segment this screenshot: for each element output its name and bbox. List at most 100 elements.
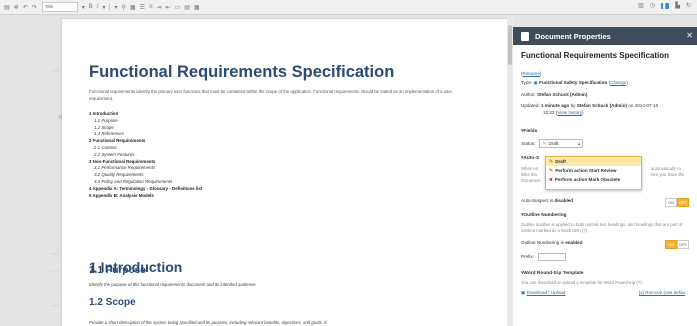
updated-row: Updated: 1 minute ago by Stefan Schuck (… bbox=[521, 103, 659, 115]
dropdown-option-start-review[interactable]: ✎ Perform action Start Review bbox=[546, 166, 641, 175]
toc-entry[interactable]: 4 Appendix A: Terminology - Glossary - D… bbox=[89, 186, 202, 193]
fields-section-header[interactable]: Fields bbox=[521, 129, 693, 134]
comment-icon[interactable]: ▭ bbox=[175, 4, 181, 11]
auto-suspect-desc-2: links tha bbox=[521, 172, 537, 177]
numbered-list-icon[interactable]: ≡ bbox=[149, 4, 153, 10]
refresh-icon[interactable]: ↻ bbox=[686, 2, 691, 9]
history-icon[interactable]: ◷ bbox=[650, 2, 655, 9]
heading-purpose[interactable]: 1.1 Purpose bbox=[89, 265, 146, 276]
close-icon[interactable]: ✕ bbox=[686, 31, 693, 40]
toggle-on[interactable]: ON bbox=[665, 240, 677, 249]
pencil-icon: ✎ bbox=[542, 140, 547, 147]
prefix-label: Prefix: bbox=[521, 254, 535, 260]
table-of-contents: 1 Introduction 1.1 Purpose 1.2 Scope 1.3 Re… bbox=[89, 111, 202, 199]
status-value: Draft bbox=[548, 141, 559, 146]
toc-entry[interactable]: 3.1 Performance Requirements bbox=[89, 165, 202, 172]
chevron-down-icon: ▴ bbox=[578, 140, 581, 146]
indent-icon[interactable]: ⇥ bbox=[156, 4, 161, 11]
toc-entry[interactable]: 1.3 References bbox=[89, 131, 202, 138]
toc-entry[interactable]: 1.1 Purpose bbox=[89, 118, 202, 125]
auto-suspect-desc-2r: hen you Save the bbox=[651, 172, 685, 177]
author-row: Author: Stefan Schuck (Admin) bbox=[521, 91, 693, 98]
toc-entry[interactable]: 3.3 Policy and Regulation Requirements bbox=[89, 179, 202, 186]
toolbar-right: ▥ ◷ ▌ ▙ ↻ bbox=[632, 2, 691, 9]
updated-user: Stefan Schuck (Admin) bbox=[576, 103, 627, 108]
change-type-link[interactable]: Change bbox=[610, 80, 626, 85]
more-format-icon[interactable]: ▾ bbox=[102, 4, 105, 11]
outline-label: Outline Numbering is bbox=[521, 240, 564, 245]
document-title[interactable]: Functional Requirements Specification bbox=[89, 63, 394, 82]
outdent-icon[interactable]: ⇤ bbox=[166, 4, 171, 11]
drag-handle-icon[interactable]: ⇔ ⁞ bbox=[51, 68, 59, 74]
purpose-paragraph[interactable]: Identify the purpose of this functional … bbox=[89, 282, 257, 287]
scrollbar-thumb[interactable] bbox=[508, 25, 512, 65]
outline-toggle[interactable]: ON OFF bbox=[665, 240, 689, 249]
italic-icon[interactable]: / bbox=[97, 4, 99, 10]
pencil-icon: ✎ bbox=[549, 167, 554, 174]
dropdown-option-mark-obsolete[interactable]: ✖ Perform action Mark Obsolete bbox=[546, 175, 641, 184]
image-icon[interactable]: ▦ bbox=[130, 4, 136, 11]
toc-entry[interactable]: 3.2 Quality Requirements bbox=[89, 172, 202, 179]
author-value: Stefan Schuck (Admin) bbox=[537, 92, 588, 97]
status-select[interactable]: ✎ Draft ▴ bbox=[539, 139, 584, 148]
view-history-link[interactable]: View history bbox=[557, 110, 582, 115]
toc-entry[interactable]: 1 Introduction bbox=[89, 111, 202, 118]
updated-by: by bbox=[570, 103, 576, 108]
document-page[interactable]: Functional Requirements Specification Fu… bbox=[62, 19, 507, 326]
type-icon: ▣ bbox=[533, 80, 538, 85]
word-icon: ▣ bbox=[521, 290, 526, 295]
view-icon[interactable]: ▥ bbox=[638, 2, 644, 9]
toc-entry[interactable]: 1.2 Scope bbox=[89, 125, 202, 132]
redo-icon[interactable]: ↷ bbox=[32, 4, 37, 11]
toggle-off[interactable]: OFF bbox=[677, 240, 689, 249]
word-roundtrip-section-header[interactable]: Word Round-trip Template bbox=[521, 271, 693, 276]
auto-suspect-toggle[interactable]: ON OFF bbox=[665, 198, 689, 207]
document-properties-icon[interactable]: ▌ bbox=[661, 2, 670, 9]
undo-icon[interactable]: ↶ bbox=[23, 4, 28, 11]
dropdown-option-draft[interactable]: ✎ Draft bbox=[546, 157, 641, 166]
link-icon[interactable]: ⚲ bbox=[122, 4, 126, 11]
type-value: Functional Safety Specification bbox=[539, 80, 608, 85]
toc-entry[interactable]: 2.2 System Features bbox=[89, 152, 202, 159]
toc-entry[interactable]: 2.1 Context bbox=[89, 145, 202, 152]
roundtrip-actions: ▣ Download | Upload [x] Remove (use defa… bbox=[521, 289, 693, 296]
table-icon[interactable]: ▦ bbox=[194, 4, 200, 11]
option-label: Perform action Start Review bbox=[555, 168, 617, 173]
updated-clock: 12:22 bbox=[543, 110, 555, 115]
prefix-row: Prefix: bbox=[521, 253, 693, 261]
outline-state: enabled bbox=[565, 240, 583, 245]
rename-link[interactable]: Rename bbox=[523, 71, 540, 76]
font-size-icon[interactable]: ▾ bbox=[82, 4, 85, 11]
document-icon bbox=[521, 31, 529, 41]
drag-handle-icon[interactable]: ⇔ ⁞ bbox=[51, 269, 59, 275]
save-icon[interactable]: ▤ bbox=[4, 4, 10, 11]
remove-template-link[interactable]: [x] Remove (use defau bbox=[639, 289, 685, 296]
style-select[interactable]: Title bbox=[41, 2, 78, 12]
option-label: Perform action Mark Obsolete bbox=[554, 177, 621, 182]
option-label: Draft bbox=[555, 159, 566, 164]
status-dropdown: ✎ Draft ✎ Perform action Start Review ✖ … bbox=[545, 156, 642, 190]
insert-icon[interactable]: ▤ bbox=[184, 4, 190, 11]
prefix-input[interactable] bbox=[538, 253, 567, 261]
heading-scope[interactable]: 1.2 Scope bbox=[89, 297, 136, 308]
toc-entry[interactable]: 5 Appendix B: Analysis Models bbox=[89, 193, 202, 200]
drag-handle-icon[interactable]: ⇔ ⁞ bbox=[51, 251, 59, 257]
scope-paragraph[interactable]: Provide a short description of the syste… bbox=[89, 320, 326, 325]
toc-entry[interactable]: 2 Functional Requirements bbox=[89, 138, 202, 145]
panel-icon[interactable]: ▙ bbox=[675, 2, 680, 9]
gear-icon[interactable]: ✲ bbox=[14, 4, 19, 11]
panel-doc-title: Functional Requirements Specification bbox=[521, 51, 670, 60]
outline-numbering-section-header[interactable]: Outline Numbering bbox=[521, 213, 693, 218]
drag-handle-icon[interactable]: ⇔ ⁞ bbox=[51, 303, 59, 309]
toggle-off[interactable]: OFF bbox=[677, 198, 689, 207]
download-upload-link[interactable]: Download | Upload bbox=[527, 290, 566, 295]
intro-paragraph[interactable]: Functional requirements identify the pri… bbox=[89, 89, 469, 103]
toggle-on[interactable]: ON bbox=[665, 198, 677, 207]
bullet-list-icon[interactable]: ☰ bbox=[140, 4, 145, 11]
x-icon: ✖ bbox=[549, 176, 553, 182]
toc-entry[interactable]: 3 Non-Functional Requirements bbox=[89, 159, 202, 166]
outline-row: Outline Numbering is enabled ON OFF bbox=[521, 239, 693, 249]
bold-icon[interactable]: B bbox=[89, 4, 93, 10]
panel-header: Document Properties ✕ bbox=[513, 27, 697, 45]
text-color-icon[interactable]: ▾ bbox=[114, 4, 117, 11]
